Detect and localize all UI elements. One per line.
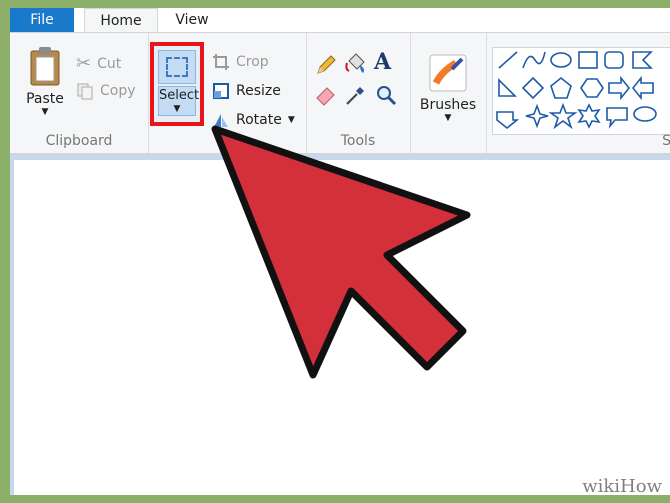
color-picker-icon[interactable] [344,83,368,107]
brushes-button[interactable]: Brushes ▼ [418,53,478,123]
hexagon-shape-icon [580,78,604,98]
resize-button[interactable]: Resize [212,82,281,100]
line-shape-icon [498,51,518,69]
oval-callout-shape-icon [633,106,657,122]
shapes-group-label: Shape [662,133,670,149]
brushes-label: Brushes [419,97,477,113]
frame: File Home View Paste ▼ ✂ Cut Copy Clipbo… [0,0,670,503]
eraser-icon[interactable] [314,83,338,107]
pentagon-shape-icon [550,76,572,99]
text-tool-icon[interactable]: A [374,49,398,75]
brush-icon [429,54,467,92]
pointer-arrow-icon [211,125,471,379]
clipboard-group-label: Clipboard [45,133,113,149]
select-label: Select [159,88,200,103]
resize-icon [213,83,229,99]
copy-button[interactable]: Copy [76,82,136,100]
rectangle-shape-icon [578,51,598,69]
selection-rectangle-icon [166,57,188,77]
triangle-shape-icon [498,78,517,97]
resize-label: Resize [236,83,281,99]
tab-home[interactable]: Home [84,8,158,35]
pencil-icon[interactable] [314,53,338,77]
crop-icon [213,54,229,70]
rounded-rectangle-shape-icon [604,51,624,69]
shapes-group: Shape [486,33,670,153]
wikihow-watermark: wikiHow [582,476,662,497]
crop-button[interactable]: Crop [212,53,269,71]
shapes-grid [496,51,657,130]
select-highlight-box: Select ▼ [150,42,204,126]
shapes-gallery [492,47,670,135]
left-arrow-shape-icon [631,75,654,101]
four-point-star-shape-icon [525,103,549,129]
clipboard-icon [30,47,60,86]
tab-file[interactable]: File [10,8,74,32]
select-dropdown-button[interactable]: Select ▼ [158,86,200,116]
crop-label: Crop [236,54,269,70]
cut-label: Cut [97,55,122,72]
magnifier-icon[interactable] [374,83,398,107]
rectangle-callout-shape-icon [606,107,628,129]
five-point-star-shape-icon [548,102,578,130]
right-arrow-shape-icon [608,75,631,101]
tab-view[interactable]: View [162,8,222,34]
copy-label: Copy [100,83,136,99]
copy-icon [77,83,93,100]
six-point-star-shape-icon [577,103,601,129]
select-button[interactable] [158,50,196,84]
fill-bucket-icon[interactable] [344,51,368,75]
cut-button[interactable]: ✂ Cut [76,53,121,74]
down-arrow-shape-icon [496,111,520,130]
ribbon-tabs: File Home View [10,8,670,35]
paste-button[interactable]: Paste ▼ [24,45,66,117]
curve-shape-icon [522,51,546,69]
paste-label: Paste [26,91,64,107]
clipboard-group: Paste ▼ ✂ Cut Copy Clipboard [10,33,149,153]
scissors-icon: ✂ [76,53,92,74]
oval-shape-icon [550,52,572,68]
polygon-shape-icon [632,51,653,69]
paste-dropdown-icon[interactable]: ▼ [24,107,66,117]
diamond-shape-icon [521,76,545,100]
select-dropdown-icon: ▼ [173,104,181,114]
